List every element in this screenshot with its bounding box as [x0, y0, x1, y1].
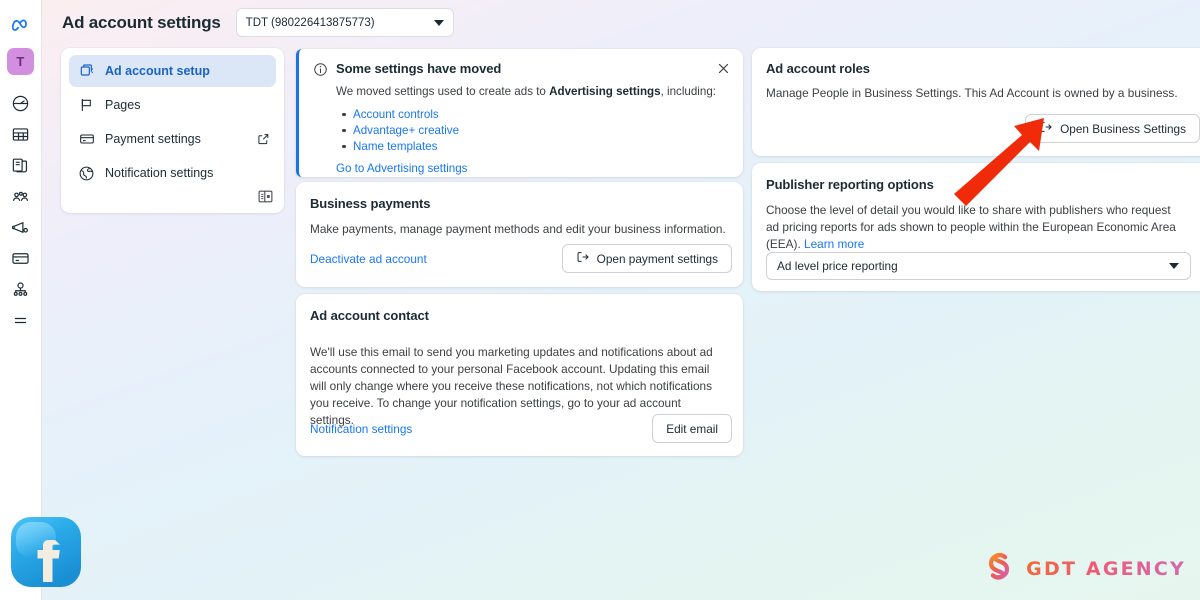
external-link-icon: [257, 133, 270, 146]
sidebar-item-label: Ad account setup: [105, 64, 210, 78]
credit-card-icon[interactable]: [6, 243, 36, 273]
external-link-icon: [576, 250, 590, 267]
ad-account-select-value: TDT (980226413875773): [245, 16, 375, 29]
settings-nav-panel: Ad account setup Pages Payment settings: [61, 48, 284, 213]
audience-icon[interactable]: [6, 181, 36, 211]
publisher-reporting-level-select[interactable]: Ad level price reporting: [766, 252, 1191, 280]
sidebar-item-payment-settings[interactable]: Payment settings: [69, 123, 276, 155]
megaphone-icon[interactable]: [6, 212, 36, 242]
deactivate-ad-account-link[interactable]: Deactivate ad account: [310, 252, 427, 266]
notice-cta-wrap: Go to Advertising settings: [336, 162, 729, 175]
globe-icon: [77, 164, 96, 183]
sidebar-item-ad-account-setup[interactable]: Ad account setup: [69, 55, 276, 87]
avatar[interactable]: T: [7, 48, 34, 75]
notice-description-bold: Advertising settings: [549, 85, 661, 98]
collapse-panel-icon[interactable]: [257, 188, 274, 205]
gdt-agency-watermark: GDT AGENCY: [982, 549, 1186, 588]
business-payments-card: Business payments Make payments, manage …: [296, 182, 743, 287]
ad-account-select[interactable]: TDT (980226413875773): [235, 8, 454, 37]
table-icon[interactable]: [6, 119, 36, 149]
open-business-settings-button[interactable]: Open Business Settings: [1025, 114, 1200, 143]
list-item[interactable]: Advantage+ creative: [342, 123, 729, 138]
chevron-down-icon: [433, 19, 444, 26]
business-payments-title: Business payments: [310, 196, 431, 211]
business-payments-description: Make payments, manage payment methods an…: [310, 222, 726, 236]
credit-card-icon: [77, 130, 96, 149]
notice-link-advantage-creative[interactable]: Advantage+ creative: [353, 124, 459, 137]
sidebar-item-label: Notification settings: [105, 166, 214, 180]
business-payments-actions: Deactivate ad account Open payment setti…: [310, 244, 732, 273]
publisher-reporting-description: Choose the level of detail you would lik…: [766, 202, 1179, 253]
sidebar-item-notification-settings[interactable]: Notification settings: [69, 157, 276, 189]
meta-logo-icon[interactable]: [6, 10, 36, 40]
publisher-reporting-level-value: Ad level price reporting: [777, 259, 898, 273]
open-payment-settings-button[interactable]: Open payment settings: [561, 244, 732, 273]
ad-account-roles-card: Ad account roles Manage People in Busine…: [752, 48, 1200, 156]
close-icon[interactable]: [716, 61, 731, 76]
pages-icon[interactable]: [6, 150, 36, 180]
share-node-icon[interactable]: [6, 274, 36, 304]
left-rail: T: [0, 0, 42, 600]
publisher-reporting-title: Publisher reporting options: [766, 177, 934, 192]
settings-moved-notice-card: Some settings have moved We moved settin…: [296, 49, 743, 177]
edit-email-button[interactable]: Edit email: [652, 414, 732, 443]
notice-title: Some settings have moved: [336, 61, 502, 76]
ad-account-roles-title: Ad account roles: [766, 61, 870, 76]
hamburger-menu-icon[interactable]: [6, 305, 36, 335]
learn-more-link[interactable]: Learn more: [804, 237, 864, 251]
speedometer-icon[interactable]: [6, 88, 36, 118]
list-item[interactable]: Name templates: [342, 139, 729, 154]
page-header: Ad account settings TDT (980226413875773…: [42, 0, 1200, 45]
gdt-monogram-icon: [982, 549, 1016, 588]
flag-icon: [77, 96, 96, 115]
sidebar-item-pages[interactable]: Pages: [69, 89, 276, 121]
notice-moved-items: Account controls Advantage+ creative Nam…: [342, 107, 729, 154]
sidebar-item-label: Payment settings: [105, 132, 201, 146]
info-circle-icon: [313, 62, 328, 77]
notice-link-name-templates[interactable]: Name templates: [353, 140, 437, 153]
ad-account-contact-card: Ad account contact We'll use this email …: [296, 294, 743, 456]
notice-description: We moved settings used to create ads to …: [336, 84, 729, 101]
gdt-agency-brand-text: GDT AGENCY: [1026, 557, 1186, 580]
list-item[interactable]: Account controls: [342, 107, 729, 122]
ad-account-icon: [77, 62, 96, 81]
ad-account-contact-actions: Notification settings Edit email: [310, 414, 732, 443]
external-link-icon: [1039, 120, 1053, 137]
open-business-settings-label: Open Business Settings: [1060, 121, 1186, 136]
ad-account-roles-description: Manage People in Business Settings. This…: [766, 86, 1178, 100]
publisher-reporting-options-card: Publisher reporting options Choose the l…: [752, 163, 1200, 291]
sidebar-item-label: Pages: [105, 98, 141, 112]
ad-account-roles-actions: Open Business Settings: [1025, 114, 1200, 143]
page-title: Ad account settings: [62, 12, 221, 32]
chevron-down-icon: [1169, 263, 1179, 269]
notice-description-prefix: We moved settings used to create ads to: [336, 85, 550, 98]
facebook-logo-icon: [8, 512, 84, 590]
edit-email-label: Edit email: [666, 421, 718, 436]
ad-account-contact-title: Ad account contact: [310, 308, 429, 323]
notice-link-account-controls[interactable]: Account controls: [353, 108, 439, 121]
open-payment-settings-label: Open payment settings: [596, 251, 718, 266]
notice-description-suffix: , including:: [660, 85, 716, 98]
go-to-advertising-settings-link[interactable]: Go to Advertising settings: [336, 162, 467, 175]
notification-settings-link[interactable]: Notification settings: [310, 422, 412, 436]
